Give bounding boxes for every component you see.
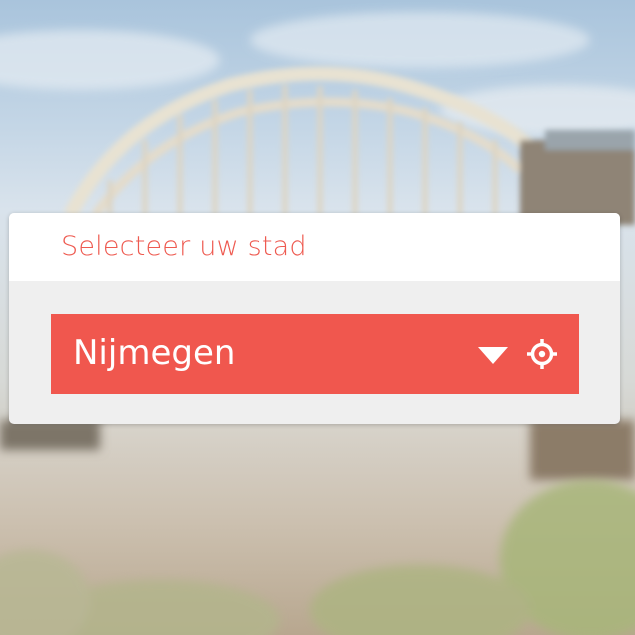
city-select-dropdown[interactable]: Nijmegen — [51, 314, 579, 394]
city-selector-card: Selecteer uw stad Nijmegen — [9, 213, 620, 424]
app-screen: Selecteer uw stad Nijmegen — [0, 0, 635, 635]
selected-city: Nijmegen — [73, 333, 236, 373]
chevron-down-icon[interactable] — [478, 347, 508, 364]
card-title: Selecteer uw stad — [61, 231, 307, 262]
crosshair-locate-icon[interactable] — [525, 337, 559, 371]
card-header: Selecteer uw stad — [9, 213, 620, 281]
